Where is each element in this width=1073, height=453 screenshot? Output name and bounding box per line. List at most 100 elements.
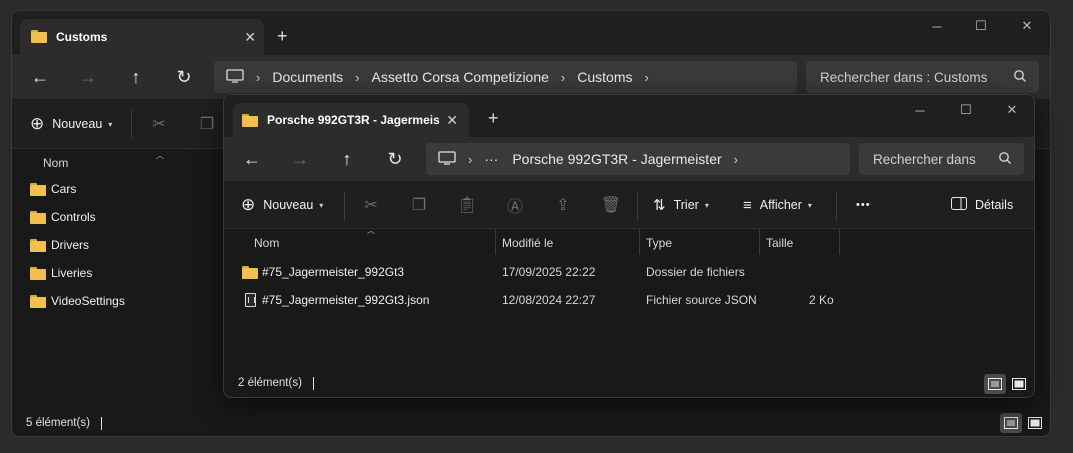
back-arrow-icon[interactable]: ← — [242, 149, 262, 169]
toolbar-divider — [637, 191, 638, 221]
forward-arrow-icon[interactable]: → — [290, 149, 310, 169]
share-icon[interactable]: ⇪ — [553, 195, 573, 215]
cell-modified: 17/09/2025 22:22 — [502, 265, 596, 279]
minimize-button[interactable]: ─ — [897, 95, 943, 125]
refresh-icon[interactable]: ↻ — [385, 149, 405, 169]
search-input[interactable]: Rechercher dans : Customs — [806, 61, 1039, 93]
view-label: Afficher — [759, 198, 802, 212]
details-view-icon[interactable] — [1000, 413, 1022, 433]
column-header-type[interactable]: Type — [639, 229, 672, 257]
new-tab-button[interactable]: + — [488, 109, 499, 127]
breadcrumb-item[interactable]: Assetto Corsa Competizione — [372, 69, 549, 85]
chevron-down-icon: ▾ — [108, 119, 113, 129]
folder-icon — [30, 182, 46, 196]
back-titlebar: Customs ✕ + ─ ☐ ✕ — [12, 11, 1050, 55]
details-pane-button[interactable]: Détails — [951, 181, 1013, 229]
forward-arrow-icon[interactable]: → — [78, 67, 98, 87]
refresh-icon[interactable]: ↻ — [174, 67, 194, 87]
close-tab-icon[interactable]: ✕ — [446, 112, 458, 129]
search-placeholder: Rechercher dans : Customs — [820, 69, 988, 85]
chevron-right-icon: › — [468, 151, 473, 167]
search-input[interactable]: Rechercher dans — [859, 143, 1024, 175]
computer-icon — [438, 150, 456, 168]
item-count: 5 élément(s) — [26, 417, 90, 429]
table-row[interactable]: #75_Jagermeister_992Gt3 17/09/2025 22:22… — [224, 258, 1024, 286]
rename-icon[interactable]: Ⓐ — [505, 195, 525, 216]
minimize-button[interactable]: ─ — [914, 11, 960, 41]
column-divider[interactable] — [839, 229, 840, 255]
back-tab-customs[interactable]: Customs ✕ — [20, 19, 264, 55]
close-window-button[interactable]: ✕ — [1004, 11, 1050, 41]
chevron-right-icon: › — [256, 69, 261, 85]
back-tab-title: Customs — [56, 30, 108, 44]
chevron-down-icon: ▾ — [807, 200, 812, 210]
column-header-name[interactable]: Nom — [247, 229, 279, 257]
view-button[interactable]: ≡ Afficher ▾ — [743, 181, 812, 229]
breadcrumb-item[interactable]: Customs — [577, 69, 632, 85]
new-label: Nouveau — [263, 198, 314, 212]
list-item[interactable]: Cars — [30, 175, 76, 203]
column-header-modified[interactable]: Modifié le — [495, 229, 553, 257]
breadcrumb-item[interactable]: Documents — [272, 69, 343, 85]
list-item[interactable]: Liveries — [30, 259, 92, 287]
back-status-bar: 5 élément(s) — [12, 412, 1050, 436]
copy-icon[interactable]: ❐ — [197, 114, 217, 134]
cell-name: #75_Jagermeister_992Gt3 — [262, 265, 405, 279]
new-tab-button[interactable]: + — [277, 27, 288, 45]
chevron-right-icon: › — [355, 69, 360, 85]
tiles-view-icon[interactable] — [1024, 413, 1046, 433]
sort-ascending-icon: ︿ — [367, 226, 375, 235]
close-window-button[interactable]: ✕ — [989, 95, 1034, 125]
up-arrow-icon[interactable]: ↑ — [126, 67, 146, 87]
maximize-button[interactable]: ☐ — [958, 11, 1004, 41]
sort-button[interactable]: ⇅ Trier ▾ — [653, 181, 709, 229]
sort-label: Trier — [673, 198, 699, 212]
folder-icon — [30, 210, 46, 224]
chevron-down-icon: ▾ — [704, 200, 709, 210]
column-header-name[interactable]: Nom — [36, 150, 68, 176]
table-row[interactable]: #75_Jagermeister_992Gt3.json 12/08/2024 … — [224, 286, 1024, 314]
delete-icon[interactable]: 🗑︎ — [601, 195, 621, 215]
sort-ascending-icon: ︿ — [156, 151, 164, 160]
breadcrumb-item[interactable]: Porsche 992GT3R - Jagermeister — [512, 151, 721, 167]
cell-modified: 12/08/2024 22:27 — [502, 293, 596, 307]
tiles-view-icon[interactable] — [1008, 374, 1030, 394]
toolbar-divider — [836, 191, 837, 221]
close-tab-icon[interactable]: ✕ — [244, 29, 256, 46]
breadcrumb-overflow[interactable]: ··· — [484, 151, 498, 167]
item-name: VideoSettings — [51, 294, 125, 308]
text-cursor — [313, 377, 314, 390]
front-explorer-window: Porsche 992GT3R - Jagermeis ✕ + ─ ☐ ✕ ← … — [223, 94, 1035, 398]
new-button[interactable]: ⊕ Nouveau ▾ — [241, 181, 323, 229]
chevron-right-icon: › — [560, 69, 566, 85]
maximize-button[interactable]: ☐ — [943, 95, 989, 125]
cell-type: Dossier de fichiers — [646, 265, 745, 279]
breadcrumb[interactable]: › ··· Porsche 992GT3R - Jagermeister › — [426, 143, 850, 175]
front-tab-porsche[interactable]: Porsche 992GT3R - Jagermeis ✕ — [233, 103, 469, 137]
column-name-label: Nom — [254, 236, 280, 250]
list-item[interactable]: Controls — [30, 203, 96, 231]
up-arrow-icon[interactable]: ↑ — [337, 149, 357, 169]
details-label: Détails — [975, 198, 1014, 212]
add-circle-icon: ⊕ — [30, 114, 45, 133]
cell-name: #75_Jagermeister_992Gt3.json — [262, 293, 430, 307]
item-name: Cars — [51, 182, 77, 196]
breadcrumb[interactable]: › Documents › Assetto Corsa Competizione… — [214, 61, 797, 93]
new-button[interactable]: ⊕ Nouveau ▾ — [30, 99, 112, 149]
chevron-right-icon: › — [644, 69, 649, 85]
folder-icon — [242, 266, 258, 279]
copy-icon[interactable]: ❐ — [409, 195, 429, 215]
back-arrow-icon[interactable]: ← — [30, 67, 50, 87]
sort-icon: ⇅ — [653, 197, 666, 214]
column-header-size[interactable]: Taille — [759, 229, 793, 257]
text-cursor — [101, 417, 102, 430]
list-item[interactable]: VideoSettings — [30, 287, 125, 315]
tab-folder-icon — [31, 30, 47, 46]
cut-icon[interactable]: ✂ — [361, 195, 381, 215]
details-view-icon[interactable] — [984, 374, 1006, 394]
cut-icon[interactable]: ✂ — [149, 114, 169, 134]
more-options-button[interactable]: ••• — [856, 181, 871, 229]
list-item[interactable]: Drivers — [30, 231, 89, 259]
front-status-bar: 2 élément(s) — [224, 373, 1034, 397]
paste-icon[interactable]: 📋︎ — [457, 195, 477, 215]
